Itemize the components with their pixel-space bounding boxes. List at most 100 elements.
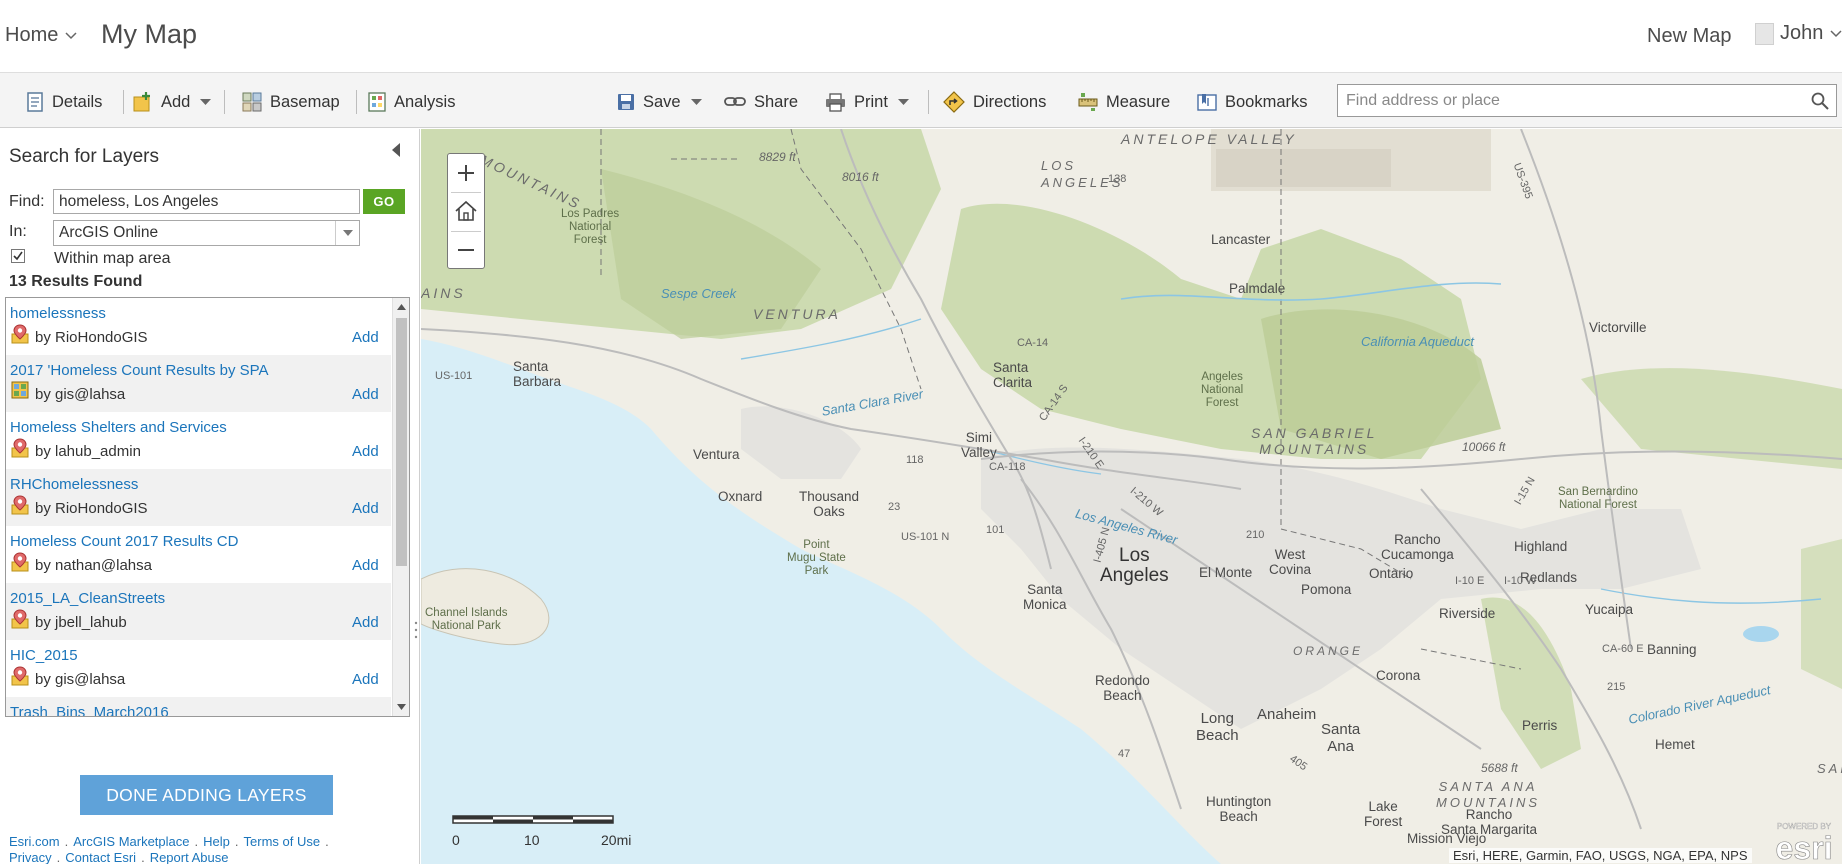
map-label-line: Santa: [513, 359, 549, 374]
basemap-button[interactable]: Basemap: [242, 90, 340, 114]
scroll-down-icon[interactable]: [397, 704, 406, 710]
analysis-button[interactable]: Analysis: [368, 90, 455, 114]
map-pin-layer-icon: [11, 438, 29, 463]
home-menu[interactable]: Home: [5, 24, 77, 47]
result-title-link[interactable]: Homeless Shelters and Services: [10, 419, 227, 436]
user-name: John: [1780, 22, 1824, 44]
map-label-santa-clarita: Santa Clarita: [993, 360, 1032, 390]
result-owner: by gis@lahsa: [35, 671, 126, 688]
map-label-line: Forest: [1205, 397, 1239, 409]
share-button[interactable]: Share: [724, 90, 798, 114]
source-select[interactable]: ArcGIS Online: [53, 220, 360, 246]
zoom-in-button[interactable]: [448, 154, 484, 192]
user-menu[interactable]: John: [1755, 22, 1842, 45]
footer-link[interactable]: Help: [203, 834, 230, 849]
go-button[interactable]: GO: [363, 189, 405, 214]
find-input[interactable]: [53, 189, 360, 214]
map-label-oxnard: Oxnard: [718, 489, 763, 504]
save-button[interactable]: Save: [617, 90, 702, 114]
scroll-up-icon[interactable]: [397, 304, 406, 310]
result-title-link[interactable]: RHChomelessness: [10, 476, 138, 493]
collapse-panel-icon[interactable]: [390, 142, 402, 158]
map-label-line: Lake: [1368, 799, 1398, 814]
add-layer-link[interactable]: Add: [352, 614, 379, 631]
search-button[interactable]: [1803, 84, 1837, 117]
footer-link[interactable]: Privacy: [9, 850, 52, 864]
add-layer-link[interactable]: Add: [352, 386, 379, 403]
footer-link[interactable]: Report Abuse: [150, 850, 229, 864]
chevron-down-icon: [690, 98, 702, 105]
map-label-line: Santa: [1321, 721, 1361, 738]
map-label-road: CA-60 E: [1602, 643, 1644, 655]
list-item: RHChomelessness by RioHondoGIS Add: [6, 469, 391, 526]
map-label-line: Santa: [1027, 582, 1063, 597]
bookmarks-label: Bookmarks: [1225, 92, 1308, 111]
details-icon: [27, 92, 43, 112]
chevron-down-icon: [1830, 29, 1842, 37]
scale-label: 10: [524, 832, 540, 848]
done-adding-layers-button[interactable]: DONE ADDING LAYERS: [80, 775, 333, 815]
add-layer-link[interactable]: Add: [352, 671, 379, 688]
printer-icon: [826, 92, 845, 112]
add-layer-link[interactable]: Add: [352, 443, 379, 460]
basemap-grid-icon: [242, 92, 262, 112]
map-label-line: Thousand: [799, 489, 860, 504]
map-label-road: US-101 N: [901, 531, 950, 543]
plus-icon: [458, 165, 474, 181]
details-button[interactable]: Details: [26, 90, 102, 114]
home-extent-button[interactable]: [448, 192, 484, 230]
app-header: Home My Map New Map John: [0, 0, 1842, 72]
results-scrollbar[interactable]: [392, 298, 409, 716]
panel-resize-handle[interactable]: [414, 619, 418, 641]
footer-link[interactable]: ArcGIS Marketplace: [73, 834, 189, 849]
new-map-link[interactable]: New Map: [1647, 25, 1731, 48]
directions-button[interactable]: Directions: [943, 90, 1046, 114]
map-label-line: Santa: [993, 360, 1029, 375]
add-button[interactable]: Add: [133, 90, 212, 114]
zoom-out-button[interactable]: [448, 231, 484, 269]
print-button[interactable]: Print: [825, 90, 909, 114]
list-item: Trash_Bins_March2016by jbell_lahubAdd: [6, 697, 391, 716]
map-label-line: Simi: [965, 430, 993, 445]
result-title-link[interactable]: Trash_Bins_March2016: [10, 704, 169, 716]
map-label-point-mugu: Point Mugu State Park: [787, 539, 846, 578]
map-label-line: Rancho: [1394, 532, 1441, 547]
map-label-elevation: 10066 ft: [1462, 440, 1506, 454]
result-title-link[interactable]: 2015_LA_CleanStreets: [10, 590, 165, 607]
measure-button[interactable]: Measure: [1078, 90, 1170, 114]
map-label-elevation: 8016 ft: [842, 170, 879, 184]
footer-link[interactable]: Esri.com: [9, 834, 60, 849]
footer-link[interactable]: Contact Esri: [65, 850, 136, 864]
footer-separator: .: [194, 834, 199, 849]
scrollbar-thumb[interactable]: [396, 318, 407, 566]
chevron-down-icon: [897, 98, 909, 105]
within-map-checkbox[interactable]: [11, 249, 25, 263]
map-label-line: West: [1274, 547, 1306, 562]
map-label-san-bernardino-nf: San Bernardino National Forest: [1558, 486, 1638, 512]
bookmarks-button[interactable]: Bookmarks: [1197, 90, 1308, 114]
result-title-link[interactable]: Homeless Count 2017 Results CD: [10, 533, 238, 550]
directions-label: Directions: [973, 92, 1047, 111]
result-title-link[interactable]: homelessness: [10, 305, 106, 322]
add-layer-link[interactable]: Add: [352, 329, 379, 346]
map-label-road: US-101: [435, 370, 473, 382]
map-label-line: Forest: [1364, 814, 1403, 829]
home-label: Home: [5, 24, 59, 46]
footer-link[interactable]: Terms of Use: [244, 834, 321, 849]
map-label-california-aqueduct: California Aqueduct: [1361, 334, 1474, 349]
address-search-input[interactable]: [1338, 85, 1803, 116]
map-label-mountains: AINS: [421, 285, 466, 301]
home-icon: [455, 200, 477, 221]
add-layer-link[interactable]: Add: [352, 500, 379, 517]
select-arrow: [335, 221, 359, 245]
result-title-link[interactable]: 2017 'Homeless Count Results by SPA: [10, 362, 269, 379]
result-title-link[interactable]: HIC_2015: [10, 647, 78, 664]
analysis-label: Analysis: [394, 92, 456, 111]
add-layer-link[interactable]: Add: [352, 557, 379, 574]
map-label-banning: Banning: [1647, 642, 1697, 657]
chevron-down-icon: [342, 230, 353, 236]
map-view[interactable]: ANTELOPE VALLEY LOS ANGELES 138 8829 ft 8…: [421, 129, 1842, 864]
map-label-road: 23: [888, 501, 901, 513]
result-owner: by RioHondoGIS: [35, 329, 148, 346]
map-label-line: National: [1201, 384, 1244, 396]
